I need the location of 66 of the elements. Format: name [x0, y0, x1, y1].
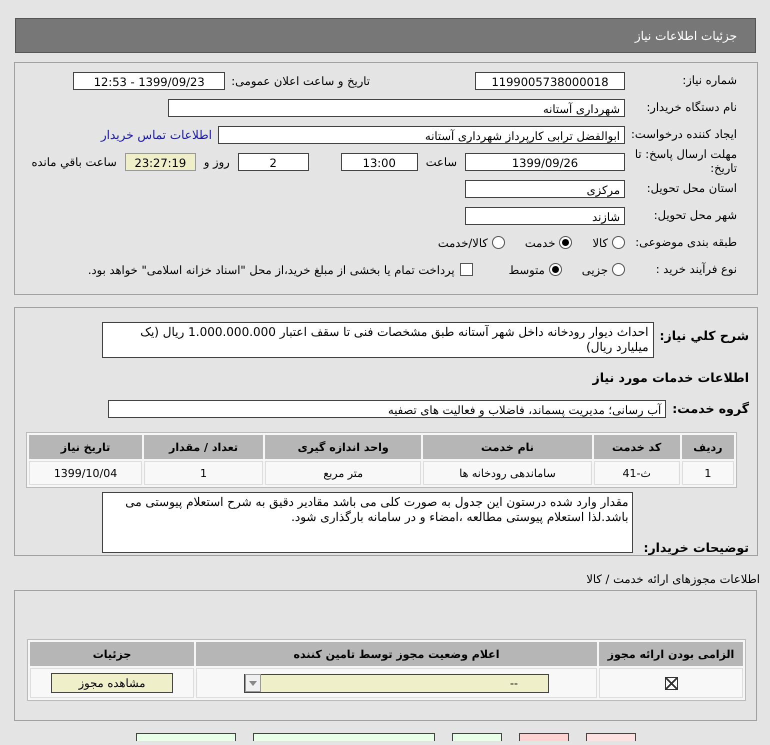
column-header: کد خدمت [594, 435, 680, 459]
radio-button[interactable] [612, 236, 625, 249]
field-label: طبقه بندی موضوعی: [634, 236, 737, 250]
field-label: نوع فرآیند خرید : [654, 262, 737, 276]
field-label: ساعت باقي مانده [32, 154, 117, 168]
table-cell: 1 [144, 461, 264, 485]
column-header: اعلام وضعیت مجوز توسط تامین کننده [196, 642, 597, 666]
action-button[interactable] [136, 733, 236, 741]
checkbox[interactable] [460, 263, 473, 276]
remaining-time-field: 23:27:19 [124, 152, 196, 170]
view-license-button[interactable]: مشاهده مجوز [51, 673, 173, 693]
announce-date-field: 1399/09/23 - 12:53 [73, 72, 226, 90]
radio-button[interactable] [559, 236, 572, 249]
radio-button[interactable] [548, 263, 562, 276]
section-heading: اطلاعات خدمات مورد نیاز [591, 369, 750, 387]
table-cell: ث-41 [594, 461, 680, 485]
column-header: واحد اندازه گیری [265, 435, 422, 459]
page-title: جزئیات اطلاعات نیاز [634, 28, 737, 42]
radio-option[interactable]: خدمت [524, 236, 572, 250]
field-label: مهلت ارسال پاسخ: تا تاریخ: [634, 148, 737, 176]
need-number-field: 1199005738000018 [475, 72, 625, 90]
deadline-time-field: 13:00 [340, 152, 418, 170]
table-cell: 1399/10/04 [29, 461, 142, 485]
deadline-date-field: 1399/09/26 [465, 152, 625, 170]
column-header: نام خدمت [423, 435, 592, 459]
field-label: شهر محل تحویل: [652, 208, 737, 222]
buyer-notes-field: مقدار وارد شده درستون این جدول به صورت کلی می باشد مقادیر دقیق به شرح استعلام پیوستی می باشد.لذا استعلام پیوستی مطالعه ،امضاء و در سامانه بارگذاری شود. [102, 492, 634, 553]
field-label: تاریخ و ساعت اعلان عمومی: [231, 74, 370, 88]
checkbox-option[interactable]: پرداخت تمام یا بخشی از مبلغ خرید،از محل "اسناد خزانه اسلامی" خواهد بود. [88, 262, 473, 276]
table-cell: 1 [682, 461, 734, 485]
column-header: جزئیات [30, 642, 194, 666]
radio-option[interactable]: متوسط [508, 262, 562, 276]
field-label: ایجاد کننده درخواست: [630, 128, 737, 142]
days-field: 2 [238, 152, 309, 170]
radio-option[interactable]: جزیی [582, 262, 625, 276]
city-field: شازند [465, 206, 625, 224]
table-cell: ساماندهی رودخانه ها [423, 461, 592, 485]
buyer-contact-link[interactable]: اطلاعات تماس خریدار [100, 128, 212, 142]
field-label: ساعت [426, 154, 457, 168]
province-field: مرکزی [465, 180, 625, 198]
radio-option[interactable]: کالا/خدمت [438, 236, 505, 250]
field-label: گروه خدمت: [672, 401, 749, 416]
field-label: توضیحات خریدار: [643, 539, 749, 555]
status-dropdown[interactable]: -- [244, 674, 549, 692]
section-heading: اطلاعات مجوزهای ارائه خدمت / کالا [585, 572, 760, 586]
service-group-field: آب رسانی؛ مدیریت پسماند، فاضلاب و فعالیت های تصفیه [108, 400, 666, 418]
radio-option[interactable]: کالا [592, 236, 625, 250]
column-header: تعداد / مقدار [144, 435, 264, 459]
column-header: الزامی بودن ارائه مجوز [599, 642, 743, 666]
creator-field: ابوالفضل ترابی کارپرداز شهرداری آستانه [218, 126, 625, 144]
table-cell: متر مربع [265, 461, 422, 485]
field-label: شرح کلي نياز: [660, 327, 749, 343]
action-button[interactable] [519, 733, 569, 741]
radio-button[interactable] [612, 263, 625, 276]
action-button[interactable] [586, 733, 636, 741]
field-label: روز و [204, 154, 230, 168]
radio-button[interactable] [492, 236, 505, 249]
buyer-field: شهرداری آستانه [168, 98, 625, 116]
field-label: نام دستگاه خریدار: [645, 100, 737, 114]
action-button[interactable] [253, 733, 435, 741]
column-header: تاریخ نیاز [29, 435, 142, 459]
field-label: استان محل تحویل: [646, 182, 737, 196]
field-label: شماره نیاز: [681, 74, 737, 88]
column-header: ردیف [682, 435, 734, 459]
description-field: احداث دیوار رودخانه داخل شهر آستانه طبق مشخصات فنی تا سقف اعتبار 1.000.000.000 ریال (یک میلیارد ریال) [102, 322, 654, 358]
action-button[interactable] [452, 733, 502, 741]
